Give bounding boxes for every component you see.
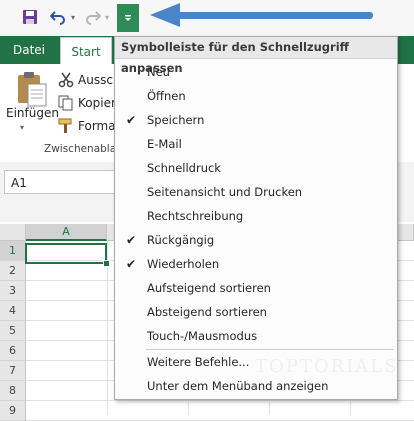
menu-item-unter-dem-menüband-anzeigen[interactable]: Unter dem Menüband anzeigen (115, 374, 397, 398)
menu-item-label: Seitenansicht und Drucken (147, 185, 303, 199)
checkmark-icon: ✔ (125, 113, 137, 127)
row-header-1[interactable]: 1 (0, 241, 26, 261)
row-header-5[interactable]: 5 (0, 321, 26, 341)
column-header-a[interactable]: A (26, 224, 107, 241)
row-header-9[interactable]: 9 (0, 401, 26, 421)
tab-datei[interactable]: Datei (0, 36, 58, 64)
menu-item-label: Speichern (147, 113, 205, 127)
menu-item-weitere-befehle[interactable]: Weitere Befehle... (115, 350, 397, 374)
scissors-icon[interactable] (58, 72, 74, 88)
menu-item-label: Neu (147, 65, 170, 79)
undo-button[interactable] (48, 6, 68, 28)
paste-label[interactable]: Einfügen (6, 106, 59, 120)
chevron-down-icon (125, 15, 131, 21)
checkmark-icon: ✔ (125, 233, 137, 247)
active-cell-a1[interactable] (25, 243, 107, 264)
menu-item-label: Weitere Befehle... (147, 355, 250, 369)
menu-item-label: Wiederholen (147, 257, 220, 271)
pointer-arrow (178, 12, 373, 19)
menu-item-neu[interactable]: Neu (115, 60, 397, 84)
clipboard-icon (18, 72, 47, 107)
row-header-2[interactable]: 2 (0, 261, 26, 281)
fill-handle[interactable] (103, 260, 110, 267)
save-icon (23, 10, 37, 24)
select-all-corner[interactable] (0, 224, 26, 241)
menu-item-touch-mausmodus[interactable]: Touch-/Mausmodus (115, 324, 397, 348)
paste-dropdown[interactable]: ▾ (20, 123, 24, 132)
row-divider (26, 400, 414, 401)
row-header-4[interactable]: 4 (0, 301, 26, 321)
save-button[interactable] (20, 6, 40, 28)
menu-item-wiederholen[interactable]: ✔ Wiederholen (115, 252, 397, 276)
format-painter-icon[interactable] (58, 118, 74, 134)
redo-button[interactable] (84, 6, 102, 28)
menu-item-label: Unter dem Menüband anzeigen (147, 379, 329, 393)
menu-item-label: Schnelldruck (147, 161, 221, 175)
tab-start[interactable]: Start (60, 37, 112, 65)
row-header-6[interactable]: 6 (0, 341, 26, 361)
redo-icon (86, 11, 101, 25)
menu-item-speichern[interactable]: ✔ Speichern (115, 108, 397, 132)
menu-item-absteigend-sortieren[interactable]: Absteigend sortieren (115, 300, 397, 324)
row-header-3[interactable]: 3 (0, 281, 26, 301)
name-box[interactable]: A1 (4, 170, 122, 194)
menu-item-label: E-Mail (147, 137, 182, 151)
customize-qat-button[interactable] (117, 4, 139, 32)
menu-title: Symbolleiste für den Schnellzugriff anpa… (115, 37, 397, 75)
menu-item-schnelldruck[interactable]: Schnelldruck (115, 156, 397, 180)
menu-item-label: Öffnen (147, 89, 186, 103)
menu-separator (146, 349, 394, 350)
pointer-arrow-head (150, 3, 180, 27)
menu-item-rückgängig[interactable]: ✔ Rückgängig (115, 228, 397, 252)
column-divider (107, 241, 108, 415)
menu-item-öffnen[interactable]: Öffnen (115, 84, 397, 108)
menu-item-seitenansicht-und-drucken[interactable]: Seitenansicht und Drucken (115, 180, 397, 204)
menu-item-aufsteigend-sortieren[interactable]: Aufsteigend sortieren (115, 276, 397, 300)
paste-button[interactable] (14, 70, 48, 110)
undo-icon (50, 11, 65, 25)
row-header-7[interactable]: 7 (0, 361, 26, 381)
undo-dropdown-button[interactable]: ▾ (68, 6, 78, 28)
checkmark-icon: ✔ (125, 257, 137, 271)
redo-dropdown-button[interactable]: ▾ (102, 6, 112, 28)
menu-item-label: Touch-/Mausmodus (147, 329, 258, 343)
menu-item-e-mail[interactable]: E-Mail (115, 132, 397, 156)
menu-item-label: Aufsteigend sortieren (147, 281, 271, 295)
menu-item-rechtschreibung[interactable]: Rechtschreibung (115, 204, 397, 228)
row-header-8[interactable]: 8 (0, 381, 26, 401)
menu-item-label: Rückgängig (147, 233, 215, 247)
copy-icon[interactable] (58, 95, 74, 111)
menu-item-label: Absteigend sortieren (147, 305, 267, 319)
menu-item-label: Rechtschreibung (147, 209, 244, 223)
